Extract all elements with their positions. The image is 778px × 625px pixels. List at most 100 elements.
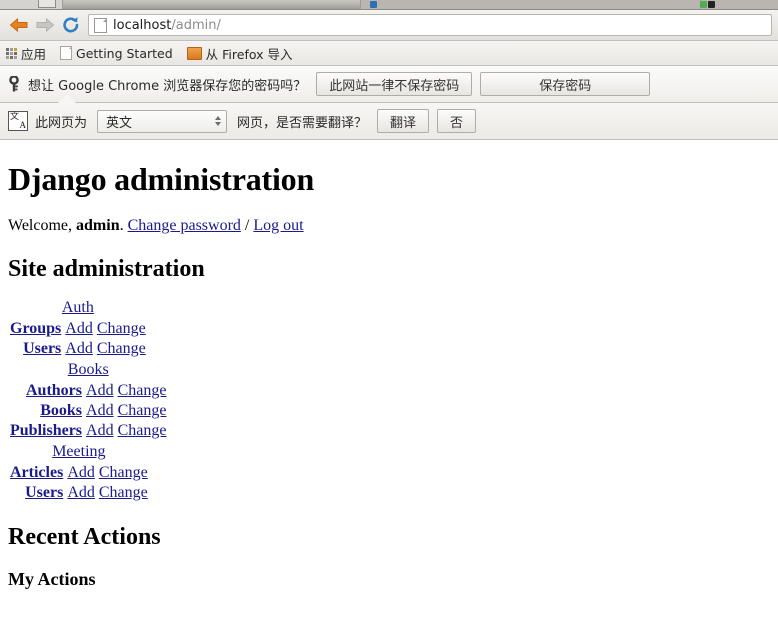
my-actions-heading: My Actions <box>8 569 96 589</box>
site-administration-heading: Site administration <box>8 256 205 282</box>
page-title: Django administration <box>8 161 315 197</box>
model-name-cell: Authors <box>8 381 84 401</box>
bookmark-import-from-firefox[interactable]: 从 Firefox 导入 <box>186 44 293 63</box>
change-link[interactable]: Change <box>118 422 167 439</box>
infobar-pointer <box>58 94 76 103</box>
stepper-icon <box>215 116 222 126</box>
model-change-cell: Change <box>116 421 169 441</box>
translate-decline-button[interactable]: 否 <box>437 109 477 133</box>
app-caption: Books <box>8 359 168 381</box>
welcome-username: admin <box>76 217 120 234</box>
welcome-line: Welcome, admin. Change password / Log ou… <box>8 217 770 235</box>
tab-favicon-icon <box>700 1 707 8</box>
app-caption: Meeting <box>8 441 150 463</box>
model-link[interactable]: Users <box>23 340 61 357</box>
reload-icon <box>63 17 79 33</box>
tab-strip[interactable] <box>0 0 778 10</box>
url-path: /admin/ <box>171 17 221 33</box>
table-row: Publishers Add Change <box>8 421 168 441</box>
change-link[interactable]: Change <box>99 484 148 501</box>
url-host: localhost <box>113 17 172 33</box>
app-table-books: Books Authors Add Change Books Add Chang… <box>8 359 168 441</box>
model-link[interactable]: Publishers <box>10 422 82 439</box>
model-add-cell: Add <box>84 381 116 401</box>
model-add-cell: Add <box>65 483 97 503</box>
model-change-cell: Change <box>116 381 169 401</box>
model-change-cell: Change <box>116 401 169 421</box>
translate-selected-language: 英文 <box>106 115 133 131</box>
never-save-password-button[interactable]: 此网站一律不保存密码 <box>316 72 473 96</box>
change-link[interactable]: Change <box>99 464 148 481</box>
change-link[interactable]: Change <box>97 320 146 337</box>
change-link[interactable]: Change <box>118 382 167 399</box>
change-password-link[interactable]: Change password <box>128 217 241 234</box>
document-icon <box>60 46 73 60</box>
app-link[interactable]: Books <box>68 361 109 378</box>
change-link[interactable]: Change <box>118 402 167 419</box>
bookmark-label: Getting Started <box>76 45 173 61</box>
model-name-cell: Users <box>8 339 63 359</box>
add-link[interactable]: Add <box>65 340 93 357</box>
model-name-cell: Publishers <box>8 421 84 441</box>
app-link[interactable]: Auth <box>62 299 94 316</box>
table-row: Books Add Change <box>8 401 168 421</box>
model-change-cell: Change <box>95 319 148 339</box>
add-link[interactable]: Add <box>86 382 114 399</box>
browser-window: localhost/admin/ 应用 Getting Started 从 Fi… <box>0 0 778 625</box>
app-table-auth: Auth Groups Add Change Users Add Change <box>8 297 148 359</box>
app-caption: Auth <box>8 297 148 319</box>
add-link[interactable]: Add <box>86 402 114 419</box>
model-add-cell: Add <box>65 463 97 483</box>
save-password-infobar: 想让 Google Chrome 浏览器保存您的密码吗？ 此网站一律不保存密码 … <box>0 66 778 103</box>
model-name-cell: Groups <box>8 319 63 339</box>
table-row: Articles Add Change <box>8 463 150 483</box>
translate-icon-target-glyph: A <box>19 120 27 130</box>
model-add-cell: Add <box>84 401 116 421</box>
table-row: Users Add Change <box>8 339 148 359</box>
model-link[interactable]: Groups <box>10 320 61 337</box>
tab-favicon-icon <box>370 1 377 8</box>
model-link[interactable]: Users <box>25 484 63 501</box>
bookmark-label: 从 Firefox 导入 <box>205 46 293 62</box>
bookmarks-bar: 应用 Getting Started 从 Firefox 导入 <box>0 41 778 66</box>
model-link[interactable]: Authors <box>26 382 82 399</box>
model-add-cell: Add <box>63 319 95 339</box>
add-link[interactable]: Add <box>67 484 95 501</box>
translate-button[interactable]: 翻译 <box>377 109 430 133</box>
tab-favicon-icon <box>708 1 715 8</box>
page-info-icon[interactable] <box>94 17 107 33</box>
translate-icon: 文 A <box>8 111 28 131</box>
recent-actions-heading: Recent Actions <box>8 524 161 550</box>
reload-button[interactable] <box>58 12 84 38</box>
back-button[interactable] <box>6 12 32 38</box>
add-link[interactable]: Add <box>65 320 93 337</box>
model-add-cell: Add <box>63 339 95 359</box>
app-table-meeting: Meeting Articles Add Change Users Add Ch… <box>8 441 150 503</box>
model-name-cell: Books <box>8 401 84 421</box>
browser-tab[interactable] <box>360 0 702 9</box>
address-bar[interactable]: localhost/admin/ <box>88 14 772 36</box>
tab-minimize-box[interactable] <box>38 0 56 8</box>
bookmark-label: 应用 <box>21 46 47 62</box>
welcome-period: . <box>119 217 124 234</box>
model-change-cell: Change <box>97 483 150 503</box>
add-link[interactable]: Add <box>67 464 95 481</box>
model-link[interactable]: Books <box>40 402 82 419</box>
model-change-cell: Change <box>97 463 150 483</box>
arrow-right-icon <box>36 17 55 33</box>
add-link[interactable]: Add <box>86 422 114 439</box>
save-password-button[interactable]: 保存密码 <box>480 72 651 96</box>
bookmark-getting-started[interactable]: Getting Started <box>60 46 173 61</box>
app-link[interactable]: Meeting <box>52 443 105 460</box>
translate-language-select[interactable]: 英文 <box>97 109 228 133</box>
apps-grid-icon <box>6 47 17 59</box>
model-change-cell: Change <box>95 339 148 359</box>
change-link[interactable]: Change <box>97 340 146 357</box>
table-row: Authors Add Change <box>8 381 168 401</box>
bookmark-apps[interactable]: 应用 <box>6 44 46 63</box>
translate-infobar: 文 A 此网页为 英文 网页，是否需要翻译？ 翻译 否 <box>0 103 778 140</box>
logout-link[interactable]: Log out <box>253 217 303 234</box>
model-link[interactable]: Articles <box>10 464 63 481</box>
forward-button[interactable] <box>32 12 58 38</box>
arrow-left-icon <box>9 17 28 33</box>
